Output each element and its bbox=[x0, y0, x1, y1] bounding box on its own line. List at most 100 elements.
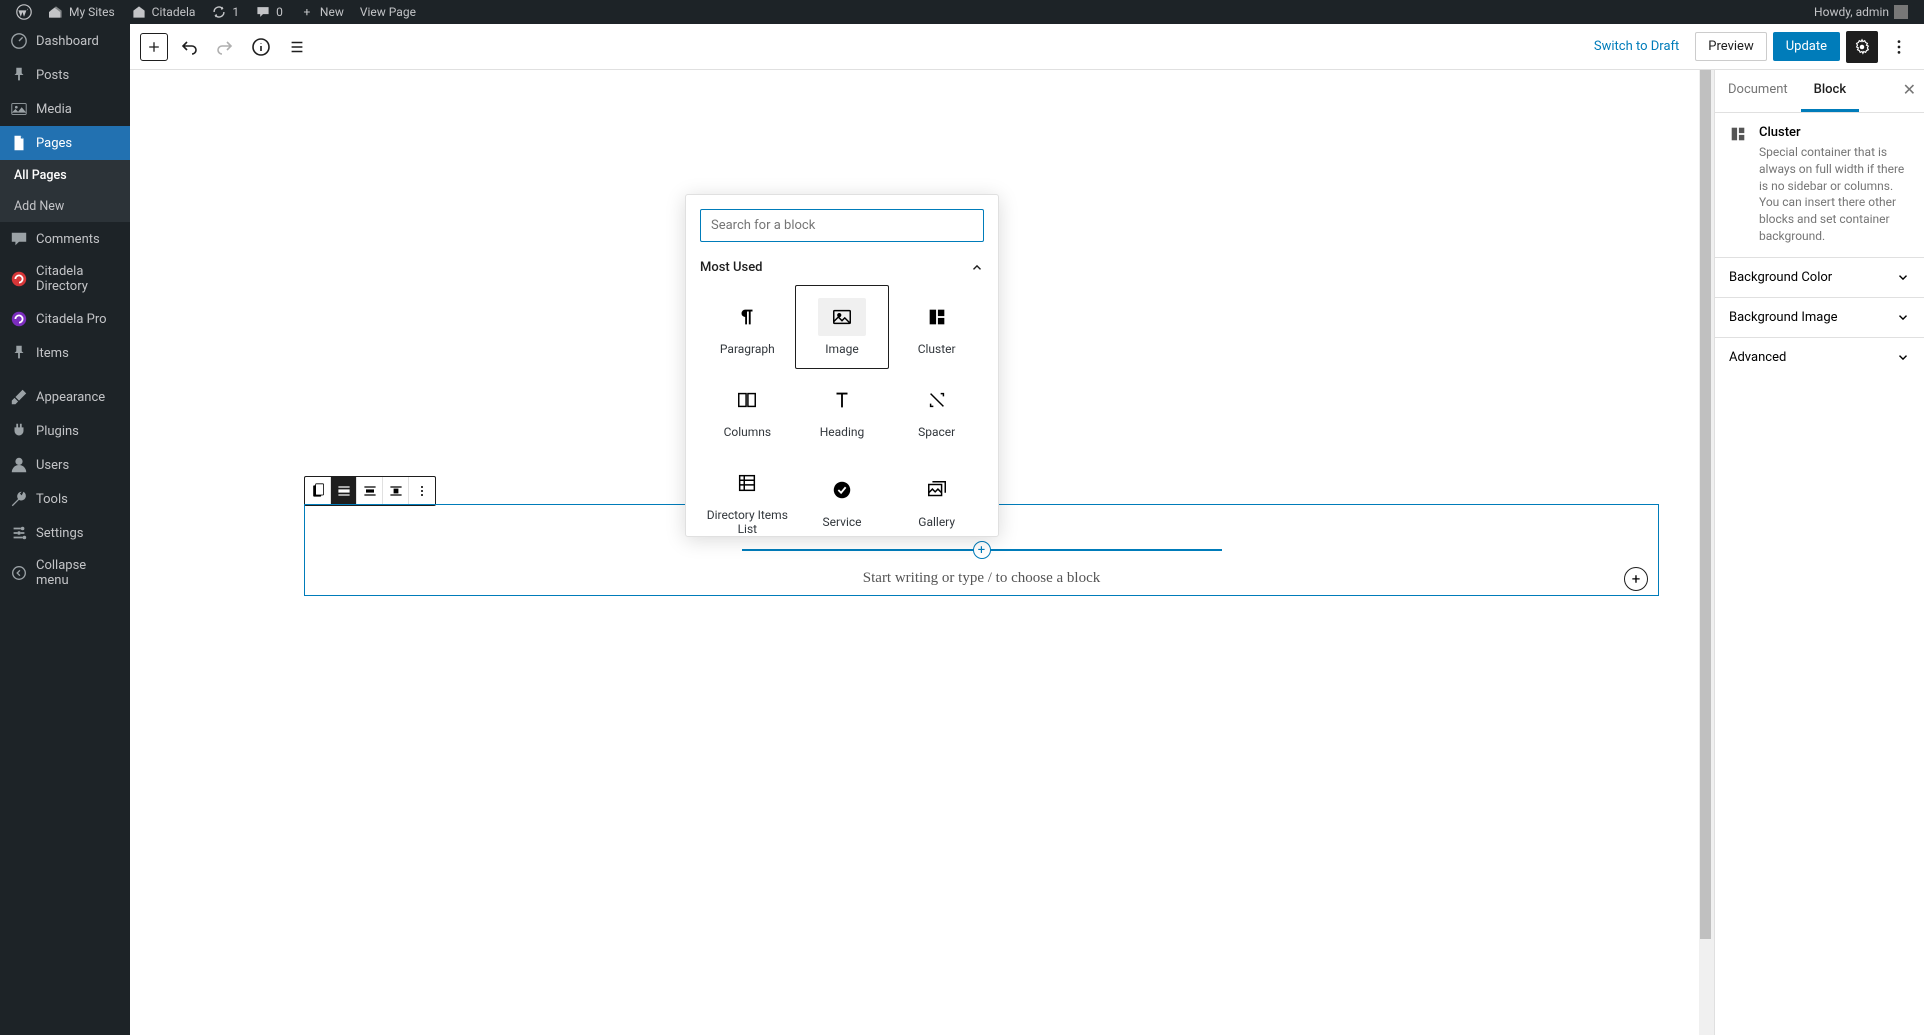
block-more-button[interactable] bbox=[409, 477, 435, 505]
cdir-icon bbox=[10, 270, 28, 288]
menu-item-dashboard[interactable]: Dashboard bbox=[0, 24, 130, 58]
info-button[interactable] bbox=[246, 32, 276, 62]
inserter-item-label: Spacer bbox=[918, 425, 955, 439]
accordion-label: Background Image bbox=[1729, 310, 1838, 325]
inserter-item-gallery[interactable]: Gallery bbox=[889, 452, 984, 536]
menu-item-plugins[interactable]: Plugins bbox=[0, 414, 130, 448]
site-label: Citadela bbox=[152, 5, 196, 19]
block-toolbar bbox=[304, 476, 436, 506]
site-link[interactable]: Citadela bbox=[123, 0, 204, 24]
inserter-item-image[interactable]: Image bbox=[795, 285, 890, 369]
image-icon bbox=[818, 298, 866, 336]
more-button[interactable] bbox=[1884, 32, 1914, 62]
settings-icon bbox=[10, 524, 28, 542]
comments-count: 0 bbox=[276, 5, 283, 19]
menu-label: Comments bbox=[36, 232, 100, 247]
insert-between-button[interactable]: + bbox=[973, 541, 991, 559]
search-input[interactable] bbox=[700, 209, 984, 242]
submenu-add-new[interactable]: Add New bbox=[0, 191, 130, 222]
menu-label: Dashboard bbox=[36, 34, 99, 49]
inserter-category[interactable]: Most Used bbox=[700, 256, 984, 285]
block-description: Special container that is always on full… bbox=[1759, 144, 1910, 245]
inserter-item-heading[interactable]: Heading bbox=[795, 369, 890, 451]
heading-icon bbox=[818, 381, 866, 419]
preview-button[interactable]: Preview bbox=[1695, 32, 1766, 61]
close-panel-button[interactable]: ✕ bbox=[1903, 80, 1916, 99]
menu-label: Users bbox=[36, 458, 69, 473]
my-sites-label: My Sites bbox=[69, 5, 115, 19]
menu-item-collapse-menu[interactable]: Collapse menu bbox=[0, 550, 130, 596]
add-block-inline-button[interactable]: + bbox=[1624, 567, 1648, 591]
howdy-link[interactable]: Howdy, admin bbox=[1806, 0, 1916, 24]
new-link[interactable]: +New bbox=[291, 0, 352, 24]
updates-link[interactable]: 1 bbox=[203, 0, 247, 24]
menu-label: Pages bbox=[36, 136, 72, 151]
plug-icon bbox=[10, 422, 28, 440]
accordion-label: Advanced bbox=[1729, 350, 1786, 365]
columns-icon bbox=[723, 381, 771, 419]
menu-item-citadela-directory[interactable]: Citadela Directory bbox=[0, 256, 130, 302]
menu-label: Citadela Pro bbox=[36, 312, 107, 327]
menu-item-citadela-pro[interactable]: Citadela Pro bbox=[0, 302, 130, 336]
chevron-down-icon bbox=[1896, 350, 1910, 364]
submenu-all-pages[interactable]: All Pages bbox=[0, 160, 130, 191]
collapse-icon bbox=[10, 564, 28, 582]
accordion-background-color[interactable]: Background Color bbox=[1715, 257, 1924, 297]
menu-label: Settings bbox=[36, 526, 83, 541]
undo-button[interactable] bbox=[174, 32, 204, 62]
inserter-item-label: Heading bbox=[820, 425, 865, 439]
inserter-item-directory-items-list[interactable]: Directory Items List bbox=[700, 452, 795, 536]
redo-button[interactable] bbox=[210, 32, 240, 62]
accordion-advanced[interactable]: Advanced bbox=[1715, 337, 1924, 377]
pin-icon bbox=[10, 66, 28, 84]
inserter-item-paragraph[interactable]: Paragraph bbox=[700, 285, 795, 369]
align-wide-button[interactable] bbox=[357, 477, 383, 505]
update-button[interactable]: Update bbox=[1773, 32, 1840, 61]
menu-item-settings[interactable]: Settings bbox=[0, 516, 130, 550]
tool-icon bbox=[10, 490, 28, 508]
editor-topbar: Switch to Draft Preview Update bbox=[130, 24, 1924, 70]
cluster-icon bbox=[913, 298, 961, 336]
accordion-background-image[interactable]: Background Image bbox=[1715, 297, 1924, 337]
my-sites-link[interactable]: My Sites bbox=[40, 0, 123, 24]
dashboard-icon bbox=[10, 32, 28, 50]
menu-label: Tools bbox=[36, 492, 68, 507]
menu-label: Collapse menu bbox=[36, 558, 120, 588]
wp-logo[interactable] bbox=[8, 0, 40, 24]
block-name: Cluster bbox=[1759, 125, 1910, 140]
editor-canvas[interactable]: + Start writing or type / to choose a bl… bbox=[130, 70, 1699, 1035]
menu-label: Media bbox=[36, 102, 72, 117]
menu-label: Citadela Directory bbox=[36, 264, 120, 294]
block-placeholder: Start writing or type / to choose a bloc… bbox=[863, 570, 1100, 587]
scrollbar[interactable] bbox=[1699, 70, 1712, 1035]
outline-button[interactable] bbox=[282, 32, 312, 62]
menu-item-items[interactable]: Items bbox=[0, 336, 130, 370]
cluster-icon bbox=[1729, 125, 1749, 145]
inserter-item-service[interactable]: Service bbox=[795, 452, 890, 536]
align-center-button[interactable] bbox=[383, 477, 409, 505]
switch-draft-button[interactable]: Switch to Draft bbox=[1584, 33, 1689, 60]
menu-item-users[interactable]: Users bbox=[0, 448, 130, 482]
tab-block[interactable]: Block bbox=[1801, 70, 1859, 112]
block-type-button[interactable] bbox=[305, 477, 331, 505]
menu-item-tools[interactable]: Tools bbox=[0, 482, 130, 516]
view-page-link[interactable]: View Page bbox=[352, 0, 424, 24]
settings-button[interactable] bbox=[1846, 31, 1878, 63]
block-inserter: Most Used ParagraphImage Cluster Columns He… bbox=[685, 194, 999, 537]
menu-item-pages[interactable]: Pages bbox=[0, 126, 130, 160]
inserter-item-label: Cluster bbox=[918, 342, 956, 356]
inserter-item-label: Gallery bbox=[918, 515, 955, 529]
admin-bar: My Sites Citadela 1 0 +New View Page How… bbox=[0, 0, 1924, 24]
user-icon bbox=[10, 456, 28, 474]
tab-document[interactable]: Document bbox=[1715, 70, 1801, 112]
menu-item-posts[interactable]: Posts bbox=[0, 58, 130, 92]
add-block-button[interactable] bbox=[140, 33, 168, 61]
inserter-item-columns[interactable]: Columns bbox=[700, 369, 795, 451]
menu-item-media[interactable]: Media bbox=[0, 92, 130, 126]
menu-item-comments[interactable]: Comments bbox=[0, 222, 130, 256]
menu-item-appearance[interactable]: Appearance bbox=[0, 380, 130, 414]
inserter-item-spacer[interactable]: Spacer bbox=[889, 369, 984, 451]
inserter-item-cluster[interactable]: Cluster bbox=[889, 285, 984, 369]
align-full-button[interactable] bbox=[331, 477, 357, 505]
comments-link[interactable]: 0 bbox=[247, 0, 291, 24]
